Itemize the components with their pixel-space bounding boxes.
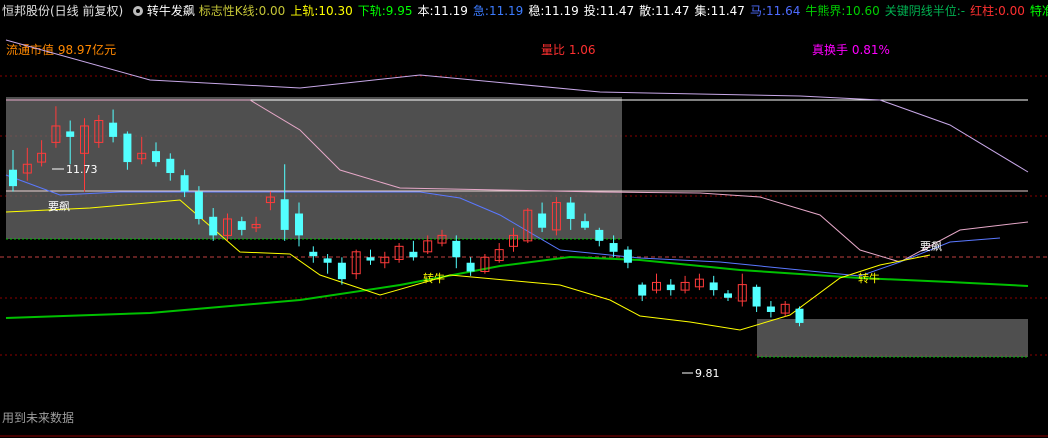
candle-body-down <box>280 199 289 230</box>
candle-body-down <box>9 169 17 187</box>
candle-body-down <box>609 243 618 252</box>
candle-body-down <box>595 229 604 241</box>
candle-body-down <box>581 221 589 228</box>
candle-body-down <box>237 221 246 230</box>
candle-body-down <box>152 151 160 163</box>
candle-body-down <box>766 306 775 312</box>
candlestick-chart[interactable]: 11.73 9.81 要飙转牛 转牛 要飙 <box>0 0 1048 438</box>
signal-label: 要飙 <box>48 199 70 213</box>
candle-body-down <box>452 240 461 258</box>
candle-body-down <box>194 191 203 219</box>
candle-body-down <box>109 122 118 137</box>
candle-body-down <box>638 284 647 296</box>
signal-label: 转牛 <box>423 271 445 285</box>
candle-body-down <box>295 213 303 236</box>
candle-body-down <box>123 133 132 163</box>
signal-label: 转牛 <box>858 271 880 285</box>
candle-body-down <box>337 262 346 280</box>
bull-bear-line <box>5 255 1029 319</box>
candle-body-down <box>309 251 318 257</box>
candle-body-down <box>66 131 75 137</box>
candle-body-down <box>623 249 632 263</box>
candle-body-down <box>566 202 575 219</box>
candle-body-down <box>709 282 718 291</box>
candle-body-down <box>323 258 332 263</box>
candle-body-down <box>366 257 375 261</box>
candle-body-down <box>724 293 732 298</box>
candle-body-down <box>538 213 547 228</box>
candle-body-down <box>209 216 218 236</box>
candle-body-down <box>180 175 189 192</box>
support-zone <box>757 319 1028 357</box>
high-price-label: 11.73 <box>66 163 98 176</box>
candle-body-down <box>752 286 761 307</box>
candle-body-down <box>409 251 418 258</box>
chart-window: 恒邦股份(日线 前复权) 转牛发飙 标志性K线:0.00 上轨:10.30 下轨:9… <box>0 0 1048 438</box>
candle-body-down <box>666 284 675 291</box>
low-price-label: 9.81 <box>695 367 720 380</box>
signal-label: 要飙 <box>920 239 942 253</box>
future-data-note: 用到未来数据 <box>2 411 75 425</box>
candle-body-down <box>166 158 175 174</box>
candle-body-down <box>795 308 804 323</box>
candle-body-down <box>466 262 475 272</box>
